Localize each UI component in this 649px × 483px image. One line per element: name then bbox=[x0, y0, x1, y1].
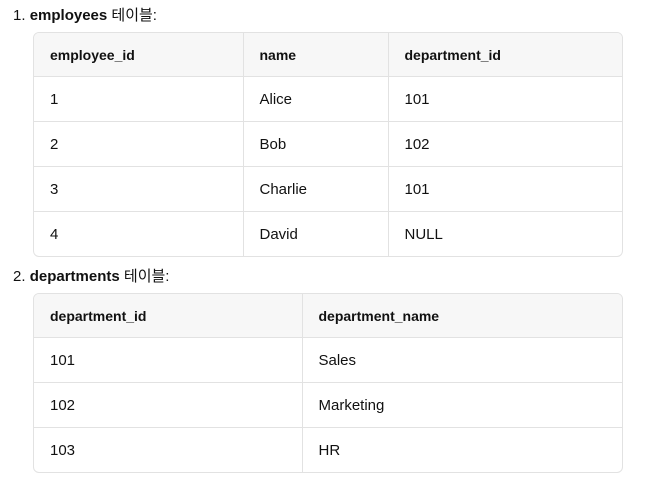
table-cell: Bob bbox=[242, 121, 388, 167]
table-row: 1 Alice 101 bbox=[34, 76, 622, 122]
employees-table: employee_id name department_id 1 Alice 1… bbox=[33, 32, 623, 257]
section-departments: 2. departments 테이블: department_id depart… bbox=[13, 267, 623, 473]
column-header: department_name bbox=[301, 294, 622, 338]
table-header-row: department_id department_name bbox=[34, 294, 622, 338]
section-employees: 1. employees 테이블: employee_id name depar… bbox=[13, 6, 623, 257]
table-cell: 1 bbox=[34, 76, 243, 122]
table-cell: NULL bbox=[387, 211, 622, 256]
table-suffix: 테이블: bbox=[123, 268, 170, 285]
table-cell: Alice bbox=[242, 76, 388, 122]
table-cell: 102 bbox=[387, 121, 622, 167]
column-header: employee_id bbox=[34, 33, 243, 77]
table-cell: Marketing bbox=[301, 382, 622, 428]
column-header: department_id bbox=[387, 33, 622, 77]
table-header-row: employee_id name department_id bbox=[34, 33, 622, 77]
table-cell: 103 bbox=[50, 441, 76, 459]
table-row: 103 HR bbox=[34, 427, 622, 472]
table-row: 3 Charlie 101 bbox=[34, 166, 622, 212]
section-number: 1. bbox=[13, 7, 26, 24]
table-row: 2 Bob 102 bbox=[34, 121, 622, 167]
table-cell: Charlie bbox=[242, 166, 388, 212]
table-cell: 101 bbox=[387, 76, 622, 122]
table-cell: 2 bbox=[34, 121, 243, 167]
table-cell: 4 bbox=[50, 225, 59, 243]
column-header: department_id bbox=[34, 294, 302, 338]
section-title-departments: 2. departments 테이블: bbox=[13, 267, 623, 287]
departments-table: department_id department_name 101 Sales … bbox=[33, 293, 623, 473]
section-number: 2. bbox=[13, 268, 26, 285]
table-cell: David bbox=[242, 211, 388, 256]
table-name: employees bbox=[29, 7, 108, 24]
table-row: 102 Marketing bbox=[34, 382, 622, 428]
table-cell: 101 bbox=[387, 166, 622, 212]
table-row: 4 David NULL bbox=[34, 211, 622, 256]
table-cell: 3 bbox=[34, 166, 243, 212]
table-cell: 102 bbox=[34, 382, 302, 428]
table-cell: 101 bbox=[34, 337, 302, 383]
table-suffix: 테이블: bbox=[111, 7, 157, 24]
table-cell: Sales bbox=[301, 337, 622, 383]
table-row: 101 Sales bbox=[34, 337, 622, 383]
table-cell: HR bbox=[301, 427, 622, 472]
column-header: name bbox=[242, 33, 388, 77]
section-title-employees: 1. employees 테이블: bbox=[13, 6, 623, 26]
table-name: departments bbox=[29, 268, 120, 285]
